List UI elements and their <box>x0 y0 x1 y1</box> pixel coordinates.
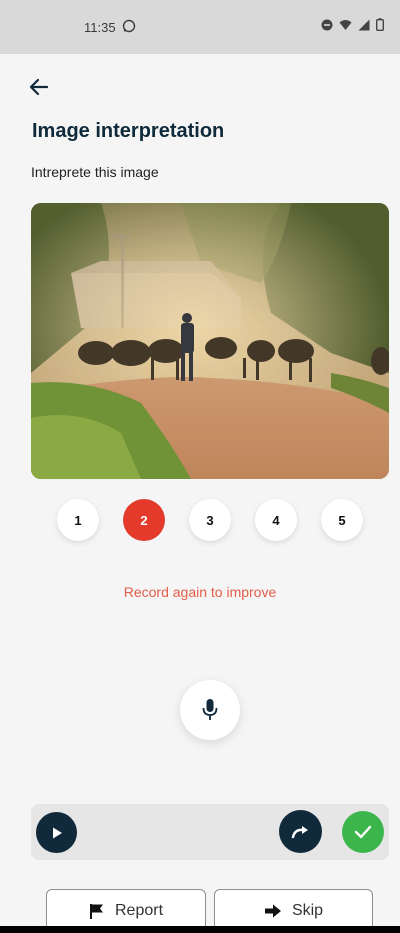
page-button-4[interactable]: 4 <box>255 499 297 541</box>
signal-icon <box>358 18 370 36</box>
status-bar: 11:35 <box>0 0 400 54</box>
status-right <box>321 18 384 36</box>
arrow-right-icon <box>264 904 281 918</box>
redo-button[interactable] <box>279 810 322 853</box>
record-button[interactable] <box>180 680 240 740</box>
page-button-5[interactable]: 5 <box>321 499 363 541</box>
task-image <box>31 203 389 479</box>
audio-player <box>31 804 389 860</box>
report-label: Report <box>114 902 164 919</box>
wifi-icon <box>339 18 352 36</box>
dnd-icon <box>321 18 333 36</box>
system-nav-bar <box>0 926 400 933</box>
status-time: 11:35 <box>84 19 116 35</box>
check-icon <box>354 825 372 839</box>
battery-icon <box>375 18 384 36</box>
task-instruction: Intreprete this image <box>31 164 159 180</box>
image-pager: 1 2 3 4 5 <box>57 499 363 541</box>
whatsapp-icon <box>122 19 136 36</box>
page-title: Image interpretation <box>32 120 225 142</box>
microphone-icon <box>202 699 218 720</box>
page-button-2[interactable]: 2 <box>123 499 165 541</box>
confirm-button[interactable] <box>342 811 384 853</box>
page-button-3[interactable]: 3 <box>189 499 231 541</box>
flag-icon <box>89 904 103 919</box>
page-button-1[interactable]: 1 <box>57 499 99 541</box>
arrow-left-icon <box>29 78 49 96</box>
status-left: 11:35 <box>84 19 136 36</box>
back-button[interactable] <box>24 72 54 102</box>
skip-label: Skip <box>291 902 324 919</box>
play-button[interactable] <box>36 812 77 853</box>
record-hint: Record again to improve <box>123 584 277 600</box>
redo-icon <box>291 825 308 838</box>
play-icon <box>52 827 62 838</box>
